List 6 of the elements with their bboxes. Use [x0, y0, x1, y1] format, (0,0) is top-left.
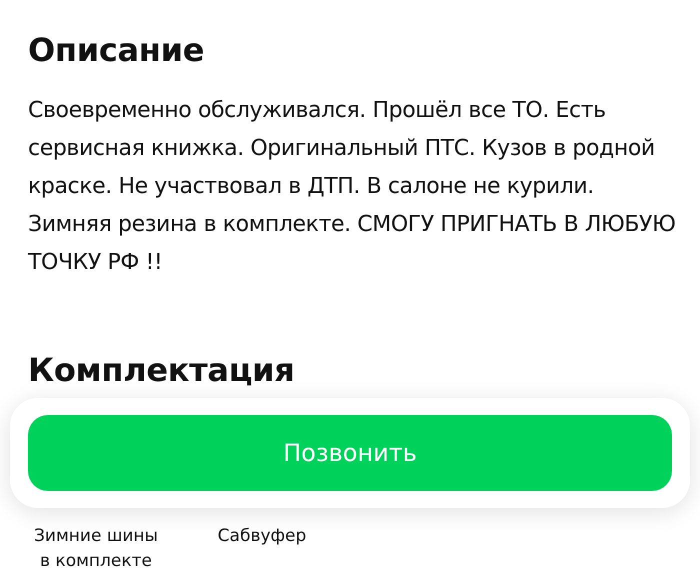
section-title: Комплектация: [28, 350, 296, 390]
section-title: Описание: [28, 30, 206, 70]
call-button[interactable]: Позвонить: [28, 415, 672, 491]
description-text: Своевременно обслуживался. Прошёл все ТО. Есть сервисная книжка. Оригинальный ПТС. Кузов в родной краске. Не участвовал в ДТП. В салоне не курили. Зимняя резина в комплекте. СМОГУ ПРИГНАТЬ В ЛЮБУЮ ТОЧКУ РФ !!: [28, 97, 676, 277]
feature-label: Зимние шины в комплекте: [33, 525, 159, 573]
feature-label: Сабвуфер: [216, 525, 308, 548]
